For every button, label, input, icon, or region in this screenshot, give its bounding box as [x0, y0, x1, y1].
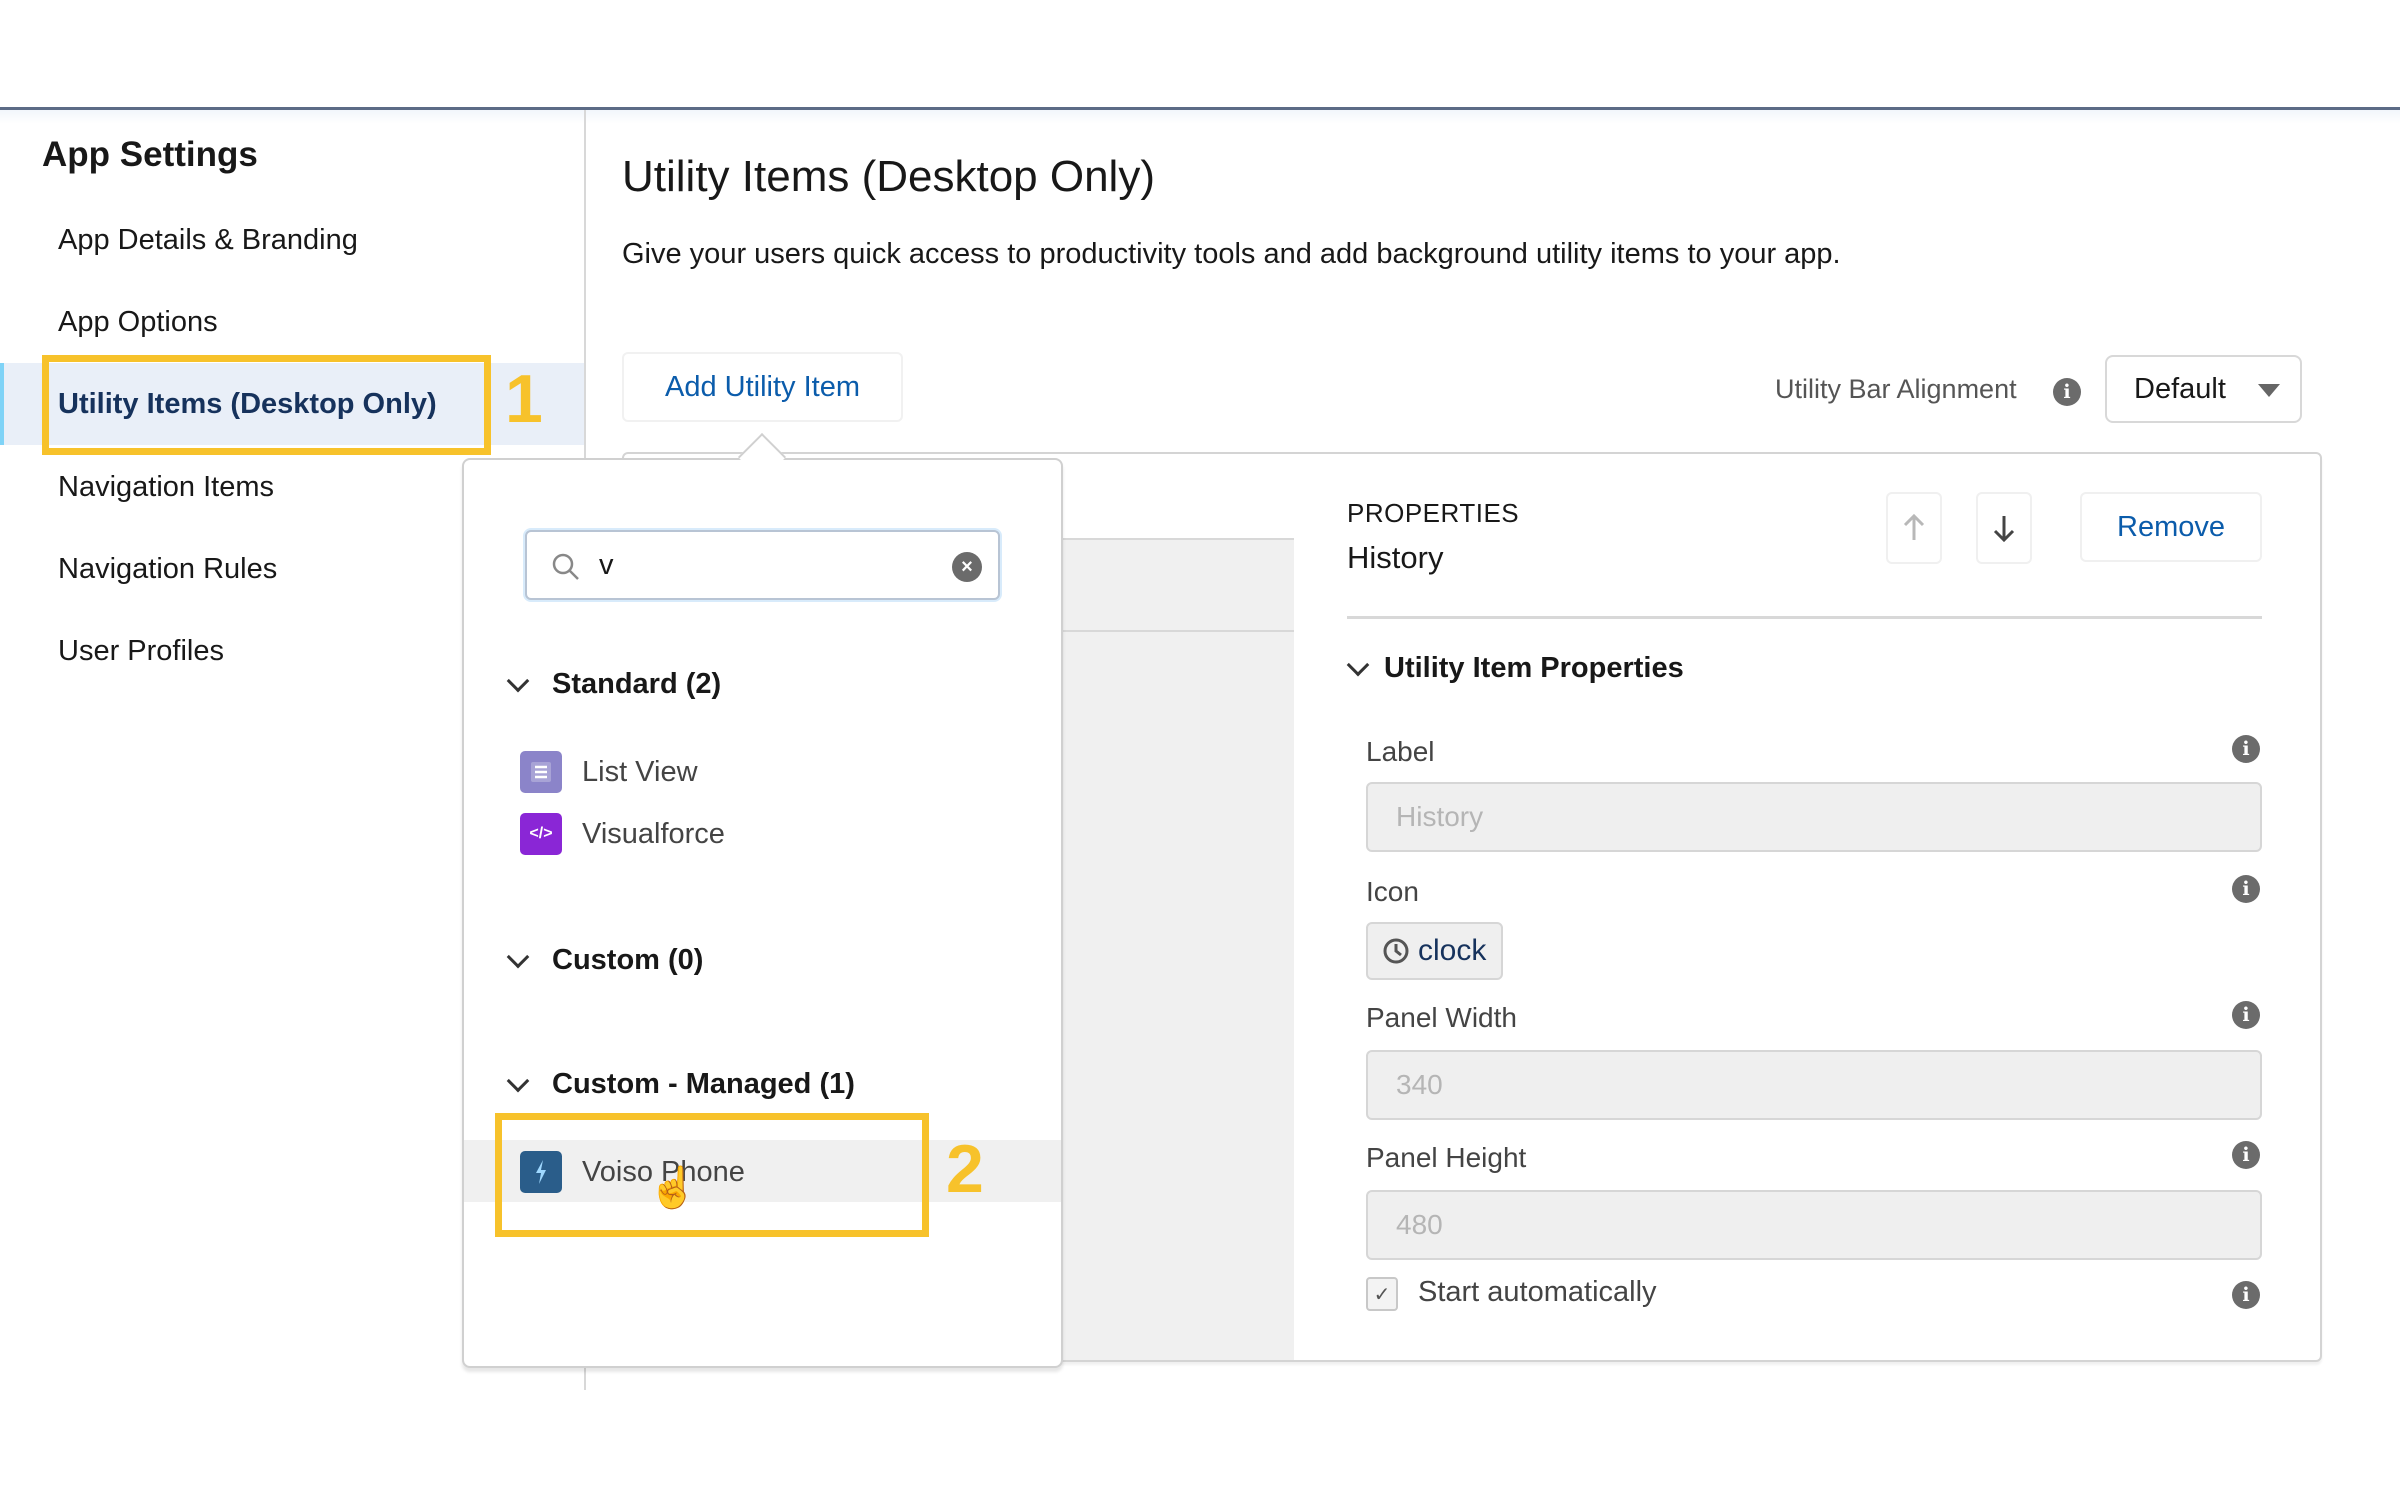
info-icon[interactable]: i — [2232, 1141, 2260, 1169]
info-icon[interactable]: i — [2232, 1001, 2260, 1029]
sidebar-title: App Settings — [42, 135, 258, 174]
icon-field-label: Icon — [1366, 876, 1419, 907]
sidebar-item-app-options[interactable]: App Options — [0, 281, 584, 363]
start-automatically-checkbox[interactable]: ✓ — [1366, 1277, 1398, 1311]
group-custom-toggle[interactable]: Custom (0) — [506, 944, 704, 977]
move-up-button[interactable] — [1886, 492, 1942, 564]
option-list-view[interactable]: List View — [520, 748, 698, 796]
info-icon[interactable]: i — [2232, 735, 2260, 763]
section-title: Utility Item Properties — [1384, 652, 1684, 684]
utility-search-input[interactable]: v × — [525, 530, 1000, 600]
caret-down-icon — [2258, 384, 2280, 397]
info-icon[interactable]: i — [2232, 875, 2260, 903]
search-value: v — [599, 549, 614, 581]
arrow-up-icon — [1903, 513, 1925, 540]
move-down-button[interactable] — [1976, 492, 2032, 564]
alignment-value: Default — [2134, 372, 2226, 405]
annotation-number-2: 2 — [946, 1131, 984, 1207]
annotation-number-1: 1 — [505, 361, 543, 437]
add-utility-item-button[interactable]: Add Utility Item — [622, 352, 903, 422]
annotation-box-2 — [495, 1113, 929, 1237]
chevron-down-icon — [506, 945, 530, 968]
group-label: Standard (2) — [552, 668, 722, 700]
remove-button[interactable]: Remove — [2080, 492, 2262, 562]
page-description: Give your users quick access to producti… — [622, 238, 1841, 270]
panel-width-input[interactable]: 340 — [1366, 1050, 2262, 1120]
utility-item-properties-toggle[interactable]: Utility Item Properties — [1346, 652, 1684, 685]
properties-divider — [1347, 616, 2262, 619]
list-view-icon — [520, 751, 562, 793]
utility-item-list-header — [1063, 488, 1294, 540]
group-label: Custom (0) — [552, 944, 704, 976]
properties-item-name: History — [1347, 540, 1444, 575]
group-custom-managed-toggle[interactable]: Custom - Managed (1) — [506, 1068, 855, 1101]
option-visualforce[interactable]: </> Visualforce — [520, 810, 725, 858]
checkmark-icon: ✓ — [1373, 1283, 1391, 1306]
search-icon — [552, 553, 579, 580]
info-icon[interactable]: i — [2232, 1281, 2260, 1309]
option-label: List View — [582, 755, 698, 788]
option-label: Visualforce — [582, 817, 725, 850]
arrow-down-icon — [1993, 516, 2015, 543]
start-automatically-label: Start automatically — [1418, 1276, 1657, 1308]
utility-item-list — [1063, 540, 1294, 1360]
icon-value: clock — [1418, 934, 1487, 967]
chevron-down-icon — [506, 1069, 530, 1092]
chevron-down-icon — [506, 669, 530, 692]
page-title: Utility Items (Desktop Only) — [622, 152, 1155, 201]
info-icon[interactable]: i — [2053, 378, 2081, 406]
utility-bar-alignment-label: Utility Bar Alignment — [1775, 374, 2017, 404]
utility-item-row-selected[interactable] — [1063, 540, 1294, 632]
properties-heading: PROPERTIES — [1347, 498, 1520, 528]
group-label: Custom - Managed (1) — [552, 1068, 855, 1100]
label-input[interactable]: History — [1366, 782, 2262, 852]
header-shade — [0, 110, 2400, 124]
chevron-down-icon — [1346, 653, 1370, 676]
clock-icon — [1383, 938, 1409, 964]
annotation-box-1 — [42, 355, 491, 455]
group-standard-toggle[interactable]: Standard (2) — [506, 668, 722, 701]
panel-height-input[interactable]: 480 — [1366, 1190, 2262, 1260]
utility-bar-alignment-select[interactable]: Default — [2105, 355, 2302, 423]
panel-height-label: Panel Height — [1366, 1142, 1527, 1173]
sidebar-item-app-details[interactable]: App Details & Branding — [0, 199, 584, 281]
code-icon: </> — [520, 813, 562, 855]
label-field-label: Label — [1366, 736, 1435, 767]
panel-width-label: Panel Width — [1366, 1002, 1517, 1033]
clear-search-icon[interactable]: × — [952, 552, 982, 582]
icon-picker-chip[interactable]: clock — [1366, 922, 1503, 980]
